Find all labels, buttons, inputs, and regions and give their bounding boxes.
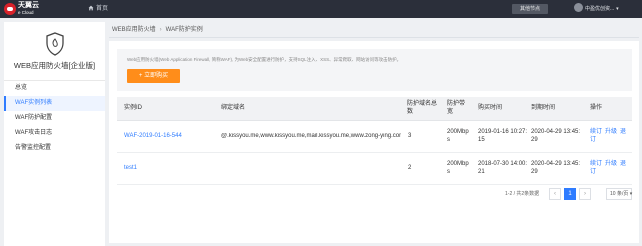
pagination-total: 1-2 / 共2条数据 (505, 191, 540, 197)
sidebar-item-alert-monitoring[interactable]: 告警监控配置 (4, 141, 105, 156)
table-row: WAF-2019-01-16-544 @.kissyou.me,www.kiss… (117, 121, 632, 153)
sidebar: WEB应用防火墙[企业版] 总览 WAF实例列表 WAF防护配置 WAF攻击日志… (4, 22, 105, 246)
buy-time: 2019-01-16 10:27:15 (478, 129, 528, 143)
home-icon (88, 5, 94, 11)
prev-page-button[interactable]: ‹ (549, 188, 561, 200)
header-expire-time: 到期时间 (531, 105, 556, 111)
header-domain: 绑定域名 (221, 105, 246, 111)
page-1-button[interactable]: 1 (564, 188, 576, 200)
buy-time: 2018-07-30 14:00:21 (478, 161, 528, 175)
header-bandwidth: 防护带宽 (447, 101, 466, 115)
breadcrumb: WEB应用防火墙 › WAF防护实例 (112, 26, 203, 34)
breadcrumb-parent[interactable]: WEB应用防火墙 (112, 27, 156, 33)
expire-time: 2020-04-29 13:45:29 (531, 129, 581, 143)
notice-text: Web应用防火墙(Web Application Firewall, 简称WAF… (127, 57, 402, 62)
header-domain-count: 防护域名总数 (407, 101, 438, 115)
sidebar-item-waf-instances[interactable]: WAF实例列表 (4, 96, 105, 111)
breadcrumb-divider (109, 37, 639, 38)
expire-time: 2020-04-29 13:45:29 (531, 161, 581, 175)
home-link[interactable]: 首页 (88, 5, 108, 13)
info-notice: Web应用防火墙(Web Application Firewall, 简称WAF… (117, 49, 632, 91)
renew-button[interactable]: 续订 (590, 161, 602, 167)
upgrade-button[interactable]: 升级 (605, 161, 617, 167)
top-bar: 天翼云 e Cloud 首页 其他节点 中盈优创资... ▾ (0, 0, 642, 18)
header-actions: 操作 (590, 105, 603, 111)
ecloud-logo[interactable]: 天翼云 e Cloud (4, 2, 39, 16)
table-header: 实例ID 绑定域名 防护域名总数 防护带宽 购买时间 到期时间 操作 (117, 97, 632, 121)
user-name: 中盈优创资... (585, 6, 615, 12)
main-panel: Web应用防火墙(Web Application Firewall, 简称WAF… (109, 41, 639, 243)
sidebar-item-waf-protection-config[interactable]: WAF防护配置 (4, 111, 105, 126)
other-node-button[interactable]: 其他节点 (512, 4, 548, 14)
shield-icon (46, 32, 64, 56)
bound-domains: @.kissyou.me,www.kissyou.me,mail.kissyou… (221, 133, 401, 139)
home-label: 首页 (96, 6, 109, 12)
instance-id-link[interactable]: WAF-2019-01-16-544 (124, 133, 182, 141)
cloud-logo-icon (4, 3, 16, 15)
brand-name-en: e Cloud (18, 10, 34, 15)
table-row: test1 2 200Mbps 2018-07-30 14:00:21 2020… (117, 153, 632, 185)
sidebar-nav: 总览 WAF实例列表 WAF防护配置 WAF攻击日志 告警监控配置 (4, 80, 105, 156)
avatar (574, 3, 583, 12)
user-menu[interactable]: 中盈优创资... ▾ (574, 3, 619, 15)
bandwidth: 200Mbps (447, 129, 469, 143)
header-buy-time: 购买时间 (478, 105, 503, 111)
breadcrumb-separator: › (159, 27, 162, 33)
next-page-button[interactable]: › (579, 188, 591, 200)
product-title: WEB应用防火墙[企业版] (13, 61, 96, 70)
row-actions: 续订 升级 退订 (590, 161, 630, 176)
chevron-down-icon: ▾ (629, 191, 633, 197)
page-size-select[interactable]: 10 条/页 ▾ (606, 188, 632, 200)
row-actions: 续订 升级 退订 (590, 129, 630, 144)
domain-count: 2 (408, 165, 412, 171)
buy-now-button[interactable]: + 立即购买 (127, 69, 180, 83)
breadcrumb-current: WAF防护实例 (165, 27, 203, 33)
bandwidth: 200Mbps (447, 161, 469, 175)
instance-id-link[interactable]: test1 (124, 165, 137, 173)
domain-count: 3 (408, 133, 412, 139)
brand-name-cn: 天翼云 (18, 2, 39, 9)
header-id: 实例ID (124, 105, 143, 111)
chevron-down-icon: ▾ (616, 6, 619, 12)
upgrade-button[interactable]: 升级 (605, 129, 617, 135)
sidebar-item-waf-attack-log[interactable]: WAF攻击日志 (4, 126, 105, 141)
renew-button[interactable]: 续订 (590, 129, 602, 135)
sidebar-item-overview[interactable]: 总览 (4, 81, 105, 96)
page-size-value: 10 条/页 (610, 191, 629, 197)
